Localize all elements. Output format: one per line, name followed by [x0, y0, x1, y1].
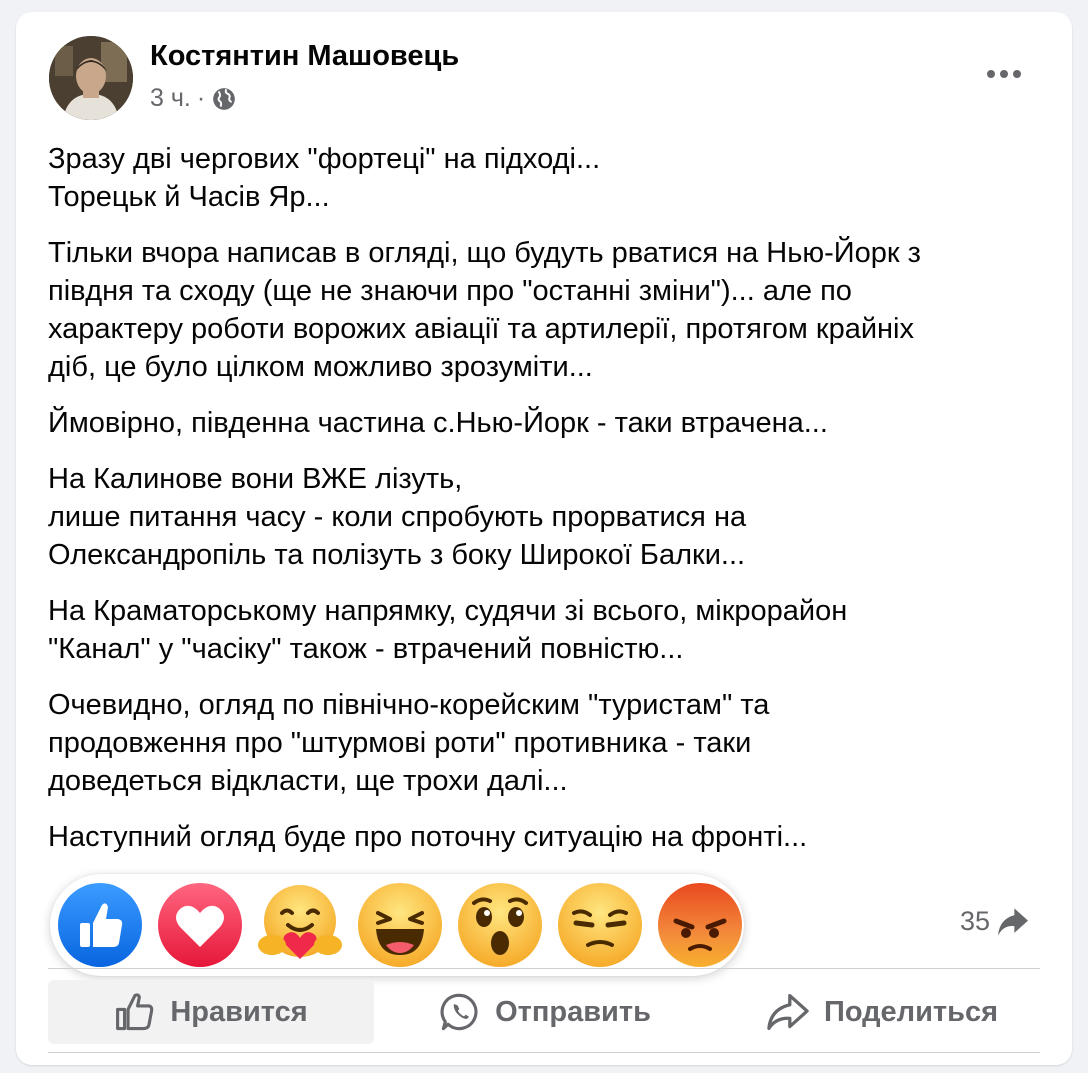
post-text: Зразу дві чергових "фортеці" на підході.… [48, 140, 1048, 874]
share-button-label: Поделиться [823, 995, 999, 1028]
post-time[interactable]: 3 ч. [150, 84, 191, 113]
post-card: Костянтин Машовець 3 ч. · Зразу дві черг… [16, 12, 1072, 1065]
avatar[interactable] [49, 36, 133, 120]
post-paragraph: На Калинове вони ВЖЕ лізуть, лише питання… [48, 460, 1048, 574]
thumbs-up-icon [116, 993, 154, 1031]
post-line: Очевидно, огляд по північно-корейским "т… [48, 689, 770, 721]
post-paragraph: Ймовірно, південна частина с.Нью-Йорк - … [48, 404, 1048, 442]
share-count[interactable]: 35 [960, 906, 1030, 937]
divider-top [48, 968, 1040, 969]
post-paragraph: На Краматорському напрямку, судячи зі вс… [48, 592, 1048, 668]
post-line: Ймовірно, південна частина с.Нью-Йорк - … [48, 407, 828, 439]
author-name[interactable]: Костянтин Машовець [150, 40, 459, 73]
ellipsis-icon [987, 70, 1021, 78]
whatsapp-icon [440, 993, 478, 1031]
post-line: На Калинове вони ВЖЕ лізуть, [48, 463, 463, 495]
post-line: Зразу дві чергових "фортеці" на підході.… [48, 143, 601, 175]
post-line: півдня та сходу (ще не знаючи про "остан… [48, 275, 852, 307]
globe-icon [211, 86, 237, 112]
share-count-value: 35 [960, 906, 991, 936]
meta-separator: · [196, 84, 206, 112]
post-line: На Краматорському напрямку, судячи зі вс… [48, 595, 848, 627]
post-line: Тільки вчора написав в огляді, що будуть… [48, 237, 921, 269]
wow-reaction-icon[interactable] [458, 883, 542, 967]
post-paragraph: Тільки вчора написав в огляді, що будуть… [48, 234, 1048, 386]
more-options-button[interactable] [980, 56, 1028, 92]
care-reaction-icon[interactable] [258, 883, 342, 967]
share-arrow-icon [998, 907, 1029, 936]
post-meta: 3 ч. · [150, 84, 237, 113]
post-paragraph: Зразу дві чергових "фортеці" на підході.… [48, 140, 1048, 216]
send-button-label: Отправить [495, 995, 651, 1028]
post-line: лише питання часу - коли спробують прорв… [48, 501, 747, 533]
share-icon [767, 994, 809, 1030]
like-button[interactable]: Нравится [48, 980, 374, 1044]
post-line: Наступний огляд буде про поточну ситуаці… [48, 821, 808, 853]
share-button[interactable]: Поделиться [742, 980, 1022, 1044]
like-button-label: Нравится [170, 995, 308, 1028]
post-line: Торецьк й Часів Яр... [48, 181, 330, 213]
love-reaction-icon[interactable] [158, 883, 242, 967]
post-line: продовження про "штурмові роти" противни… [48, 727, 752, 759]
post-line: Олександропіль та полізуть з боку Широко… [48, 539, 746, 571]
haha-reaction-icon[interactable] [358, 883, 442, 967]
post-line: "Канал" у "часіку" також - втрачений пов… [48, 633, 684, 665]
divider-bottom [48, 1052, 1040, 1053]
post-paragraph: Наступний огляд буде про поточну ситуаці… [48, 818, 1048, 856]
like-reaction-icon[interactable] [58, 883, 142, 967]
avatar-photo [49, 36, 133, 120]
send-button[interactable]: Отправить [412, 980, 678, 1044]
post-paragraph: Очевидно, огляд по північно-корейским "т… [48, 686, 1048, 800]
post-line: діб, це було цілком можливо зрозуміти... [48, 351, 593, 383]
post-line: доведеться відкласти, ще трохи далі... [48, 765, 568, 797]
angry-reaction-icon[interactable] [658, 883, 742, 967]
post-line: характеру роботи ворожих авіації та арти… [48, 313, 914, 345]
reaction-picker [50, 874, 744, 976]
sad-reaction-icon[interactable] [558, 883, 642, 967]
